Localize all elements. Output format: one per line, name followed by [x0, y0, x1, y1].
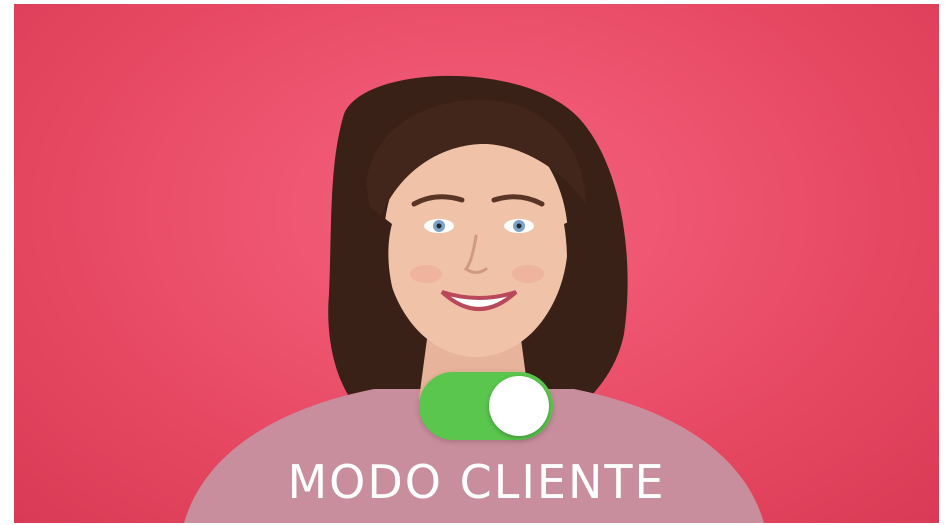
- mode-toggle-switch[interactable]: [419, 372, 553, 440]
- banner-frame: MODO CLIENTE: [0, 0, 945, 525]
- woman-portrait-illustration: [184, 75, 764, 523]
- portrait-photo: MODO CLIENTE: [14, 4, 939, 523]
- toggle-knob[interactable]: [489, 376, 549, 436]
- mode-caption: MODO CLIENTE: [287, 455, 666, 509]
